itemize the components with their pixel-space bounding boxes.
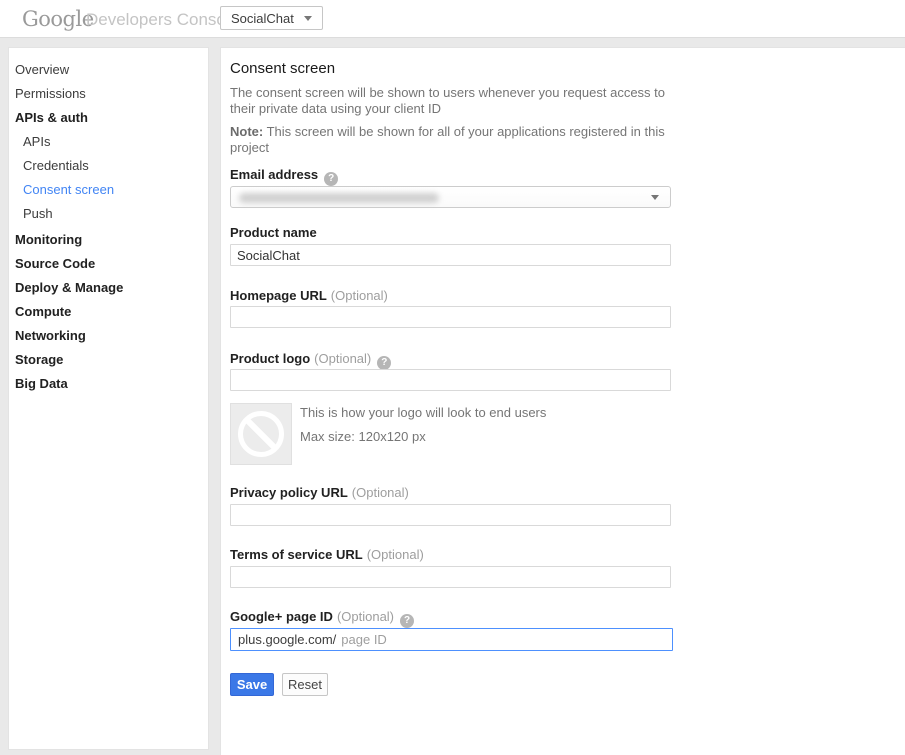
product-name-input[interactable]	[230, 244, 671, 266]
email-address-label: Email address?	[230, 167, 338, 181]
sidebar-item-storage[interactable]: Storage	[9, 348, 208, 372]
sidebar-item-source-code[interactable]: Source Code	[9, 252, 208, 276]
main-panel: Consent screen The consent screen will b…	[220, 47, 905, 755]
homepage-url-input[interactable]	[230, 306, 671, 328]
sidebar-item-permissions[interactable]: Permissions	[9, 82, 208, 106]
save-button[interactable]: Save	[230, 673, 274, 696]
help-icon[interactable]: ?	[377, 356, 391, 370]
logo-preview-box	[230, 403, 292, 465]
email-address-redacted-value	[239, 193, 439, 203]
logo-max-size-caption: Max size: 120x120 px	[300, 429, 426, 444]
sidebar-item-networking[interactable]: Networking	[9, 324, 208, 348]
sidebar-item-apis-auth[interactable]: APIs & auth	[9, 106, 208, 130]
google-logo: Google	[22, 7, 94, 31]
sidebar-item-consent-screen[interactable]: Consent screen	[9, 178, 208, 202]
gplus-url-prefix: plus.google.com/	[238, 632, 336, 647]
help-icon[interactable]: ?	[400, 614, 414, 628]
consent-description: The consent screen will be shown to user…	[230, 85, 690, 117]
optional-tag: (Optional)	[331, 288, 388, 303]
sidebar-item-monitoring[interactable]: Monitoring	[9, 228, 208, 252]
project-selector-label: SocialChat	[231, 11, 294, 26]
product-name-label: Product name	[230, 225, 317, 239]
gplus-page-id-input[interactable]	[341, 630, 665, 649]
chevron-down-icon	[304, 16, 312, 21]
app-header: Google Developers Console SocialChat	[0, 0, 905, 38]
note-label: Note:	[230, 124, 263, 139]
gplus-page-id-inputbox: plus.google.com/	[230, 628, 673, 651]
product-logo-input[interactable]	[230, 369, 671, 391]
gplus-page-id-label: Google+ page ID(Optional)?	[230, 609, 414, 623]
product-logo-label: Product logo(Optional)?	[230, 351, 391, 365]
consent-note: Note: This screen will be shown for all …	[230, 124, 690, 156]
page-title: Consent screen	[230, 60, 335, 77]
sidebar-item-apis[interactable]: APIs	[9, 130, 208, 154]
project-selector[interactable]: SocialChat	[220, 6, 323, 30]
privacy-policy-url-label: Privacy policy URL (Optional)	[230, 485, 409, 499]
product-logo-label-text: Product logo	[230, 351, 310, 366]
optional-tag: (Optional)	[367, 547, 424, 562]
help-icon[interactable]: ?	[324, 172, 338, 186]
optional-tag: (Optional)	[337, 609, 394, 624]
email-address-select[interactable]	[230, 186, 671, 208]
optional-tag: (Optional)	[314, 351, 371, 366]
sidebar-item-push[interactable]: Push	[9, 202, 208, 226]
note-text: This screen will be shown for all of you…	[230, 124, 665, 155]
sidebar-nav: Overview Permissions APIs & auth APIs Cr…	[9, 48, 208, 396]
privacy-policy-url-label-text: Privacy policy URL	[230, 485, 348, 500]
homepage-url-label-text: Homepage URL	[230, 288, 327, 303]
sidebar-item-overview[interactable]: Overview	[9, 58, 208, 82]
sidebar: Overview Permissions APIs & auth APIs Cr…	[8, 47, 209, 750]
sidebar-item-compute[interactable]: Compute	[9, 300, 208, 324]
logo-preview-caption: This is how your logo will look to end u…	[300, 405, 546, 420]
sidebar-item-deploy-manage[interactable]: Deploy & Manage	[9, 276, 208, 300]
terms-of-service-url-label-text: Terms of service URL	[230, 547, 363, 562]
sidebar-item-credentials[interactable]: Credentials	[9, 154, 208, 178]
developers-console-label: Developers Console	[86, 10, 239, 30]
gplus-page-id-label-text: Google+ page ID	[230, 609, 333, 624]
reset-button[interactable]: Reset	[282, 673, 328, 696]
chevron-down-icon	[651, 195, 659, 200]
homepage-url-label: Homepage URL (Optional)	[230, 288, 388, 302]
sidebar-item-big-data[interactable]: Big Data	[9, 372, 208, 396]
terms-of-service-url-label: Terms of service URL (Optional)	[230, 547, 424, 561]
no-logo-icon	[238, 411, 284, 457]
terms-of-service-url-input[interactable]	[230, 566, 671, 588]
privacy-policy-url-input[interactable]	[230, 504, 671, 526]
optional-tag: (Optional)	[352, 485, 409, 500]
email-address-label-text: Email address	[230, 167, 318, 182]
